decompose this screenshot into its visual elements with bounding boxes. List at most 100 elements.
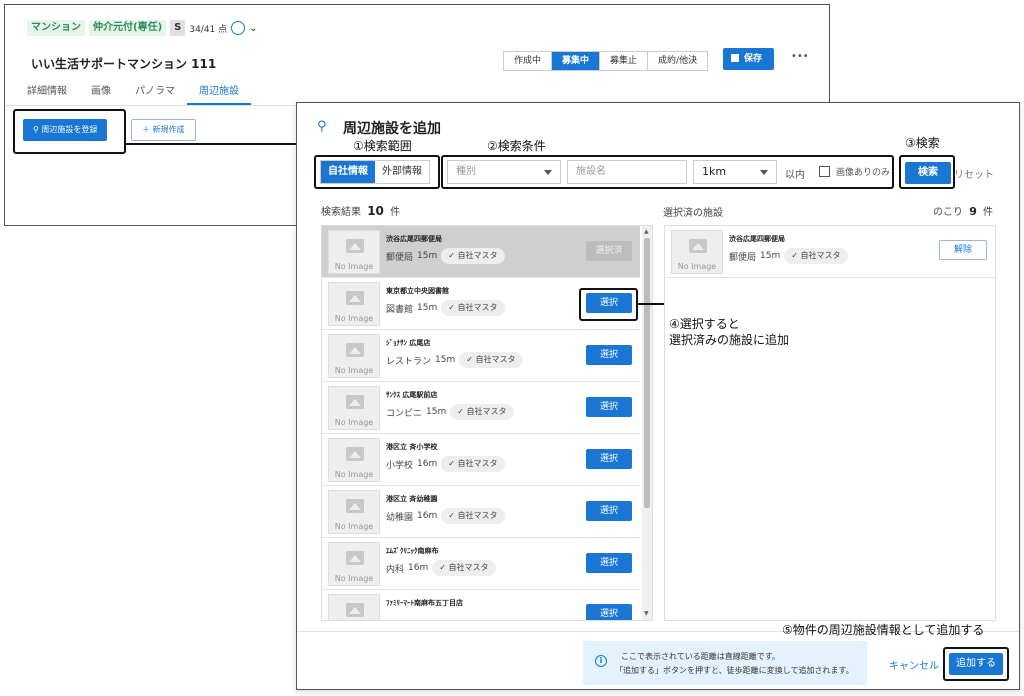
- facility-distance: 15m: [426, 407, 447, 417]
- select-button[interactable]: 選択: [586, 604, 632, 620]
- grade-badge: S: [170, 20, 186, 36]
- facility-distance: 15m: [435, 355, 456, 365]
- info-icon: i: [595, 655, 607, 667]
- master-chip: ✓ 自社マスタ: [441, 456, 505, 472]
- info-box: i ここで表示されている距離は直線距離です。 「追加する」ボタンを押すと、徒歩距…: [583, 641, 867, 685]
- select-button[interactable]: 選択: [586, 501, 632, 521]
- tab-details[interactable]: 詳細情報: [15, 85, 79, 105]
- thumbnail: No Image: [328, 386, 380, 430]
- scroll-down-icon[interactable]: ▼: [644, 610, 649, 617]
- facility-name: ｼﾞｮﾅｻﾝ 広尾店: [386, 339, 431, 347]
- remaining-header: のこり 9 件: [933, 203, 993, 218]
- facility-meta: 郵便局 15m ✓ 自社マスタ: [386, 248, 505, 264]
- thumbnail: No Image: [328, 230, 380, 274]
- facility-meta: 郵便局 15m ✓ 自社マスタ: [729, 248, 848, 264]
- facility-name: 渋谷広尾四郵便局: [386, 235, 442, 243]
- chevron-down-icon[interactable]: ⌄: [249, 23, 257, 34]
- status-group: 作成中 募集中 募集止 成約/他決: [503, 51, 709, 71]
- new-create-button[interactable]: ＋ 新規作成: [131, 119, 196, 141]
- master-chip: ✓ 自社マスタ: [432, 560, 496, 576]
- facility-name: ﾌｧﾐﾘｰﾏｰﾄ南麻布五丁目店: [386, 599, 463, 607]
- status-recruiting-button[interactable]: 募集中: [552, 52, 601, 70]
- master-chip: ✓ 自社マスタ: [441, 248, 505, 264]
- facility-meta: 図書館 15m ✓ 自社マスタ: [386, 300, 505, 316]
- tab-nearby[interactable]: 周辺施設: [187, 85, 251, 105]
- smile-icon[interactable]: [231, 21, 246, 35]
- no-image-label: No Image: [334, 522, 374, 531]
- results-unit: 件: [390, 207, 401, 218]
- callout-add: [943, 647, 1009, 681]
- facility-distance: 15m: [417, 303, 438, 313]
- facility-distance: 15m: [417, 251, 438, 261]
- results-count: 10: [367, 204, 384, 218]
- score-text: 34/41 点: [189, 24, 228, 35]
- save-button[interactable]: 保存: [723, 48, 775, 70]
- cancel-button[interactable]: キャンセル: [889, 657, 939, 672]
- image-icon: [346, 343, 364, 357]
- thumbnail: No Image: [328, 438, 380, 482]
- list-item: No Image ｴﾑｽﾞｸﾘﾆｯｸ南麻布 内科 16m ✓ 自社マスタ 選択: [322, 538, 640, 590]
- callout-search: [899, 155, 955, 189]
- master-chip: ✓ 自社マスタ: [459, 352, 523, 368]
- remaining-unit: 件: [983, 207, 994, 218]
- facility-name: ｻﾝｸｽ 広尾駅前店: [386, 391, 438, 399]
- select-button[interactable]: 選択: [586, 345, 632, 365]
- remove-button[interactable]: 解除: [939, 240, 987, 260]
- list-item: ﾌｧﾐﾘｰﾏｰﾄ南麻布五丁目店 選択: [322, 590, 640, 620]
- facility-meta: コンビニ 15m ✓ 自社マスタ: [386, 404, 514, 420]
- list-item: No Image 渋谷広尾四郵便局 郵便局 15m ✓ 自社マスタ 選択済: [322, 226, 640, 278]
- info-line-2: 「追加する」ボタンを押すと、徒歩距離に変換して追加されます。: [615, 666, 854, 675]
- info-line-1: ここで表示されている距離は直線距離です。: [621, 652, 780, 661]
- facility-category: レストラン: [386, 356, 432, 367]
- master-chip: ✓ 自社マスタ: [441, 300, 505, 316]
- selected-button: 選択済: [586, 241, 632, 261]
- select-button[interactable]: 選択: [586, 553, 632, 573]
- facility-distance: 16m: [417, 459, 438, 469]
- property-tags: マンション 仲介元付(専任) S 34/41 点 ⌄: [27, 20, 258, 36]
- facility-meta: 内科 16m ✓ 自社マスタ: [386, 560, 496, 576]
- facility-name: ｴﾑｽﾞｸﾘﾆｯｸ南麻布: [386, 547, 439, 555]
- facility-name: 港区立 斉幼稚園: [386, 495, 438, 503]
- status-stopped-button[interactable]: 募集止: [600, 52, 649, 70]
- image-icon: [346, 499, 364, 513]
- callout-scope: [314, 155, 440, 189]
- remaining-label: のこり: [933, 207, 963, 218]
- results-header: 検索結果 10 件: [321, 203, 400, 218]
- select-button[interactable]: 選択: [586, 449, 632, 469]
- scroll-up-icon[interactable]: ▲: [644, 228, 649, 235]
- thumbnail: [328, 594, 380, 620]
- selected-item: No Image 渋谷広尾四郵便局 郵便局 15m ✓ 自社マスタ 解除: [665, 226, 995, 278]
- select-button[interactable]: 選択: [586, 397, 632, 417]
- more-icon[interactable]: •••: [791, 51, 809, 62]
- no-image-label: No Image: [334, 470, 374, 479]
- status-draft-button[interactable]: 作成中: [504, 52, 553, 70]
- scrollbar-thumb[interactable]: [644, 238, 650, 508]
- tab-images[interactable]: 画像: [79, 85, 123, 105]
- remaining-count: 9: [969, 205, 977, 218]
- facility-category: 郵便局: [729, 252, 757, 263]
- image-icon: [689, 239, 707, 253]
- status-closed-button[interactable]: 成約/他決: [648, 52, 708, 70]
- image-icon: [346, 239, 364, 253]
- results-list: No Image 渋谷広尾四郵便局 郵便局 15m ✓ 自社マスタ 選択済 No I…: [321, 225, 653, 621]
- facility-meta: 小学校 16m ✓ 自社マスタ: [386, 456, 505, 472]
- thumbnail: No Image: [328, 334, 380, 378]
- facility-distance: 16m: [408, 563, 429, 573]
- no-image-label: No Image: [334, 418, 374, 427]
- facility-category: 郵便局: [386, 252, 414, 263]
- list-item: No Image ｻﾝｸｽ 広尾駅前店 コンビニ 15m ✓ 自社マスタ 選択: [322, 382, 640, 434]
- annotation-add: ⑤物件の周辺施設情報として追加する: [782, 623, 985, 637]
- facility-category: 幼稚園: [386, 512, 414, 523]
- thumbnail: No Image: [671, 230, 723, 274]
- scrollbar[interactable]: ▲ ▼: [642, 226, 652, 620]
- plus-icon: ＋: [142, 125, 150, 134]
- connector-line: [126, 143, 312, 145]
- tab-panorama[interactable]: パノラマ: [123, 85, 187, 105]
- reset-button[interactable]: リセット: [954, 166, 994, 181]
- thumbnail: No Image: [328, 282, 380, 326]
- no-image-label: No Image: [334, 262, 374, 271]
- image-icon: [346, 603, 364, 617]
- facility-distance: 16m: [417, 511, 438, 521]
- facility-name: 港区立 斉小学校: [386, 443, 438, 451]
- annotation-select-line2: 選択済みの施設に追加: [669, 333, 790, 347]
